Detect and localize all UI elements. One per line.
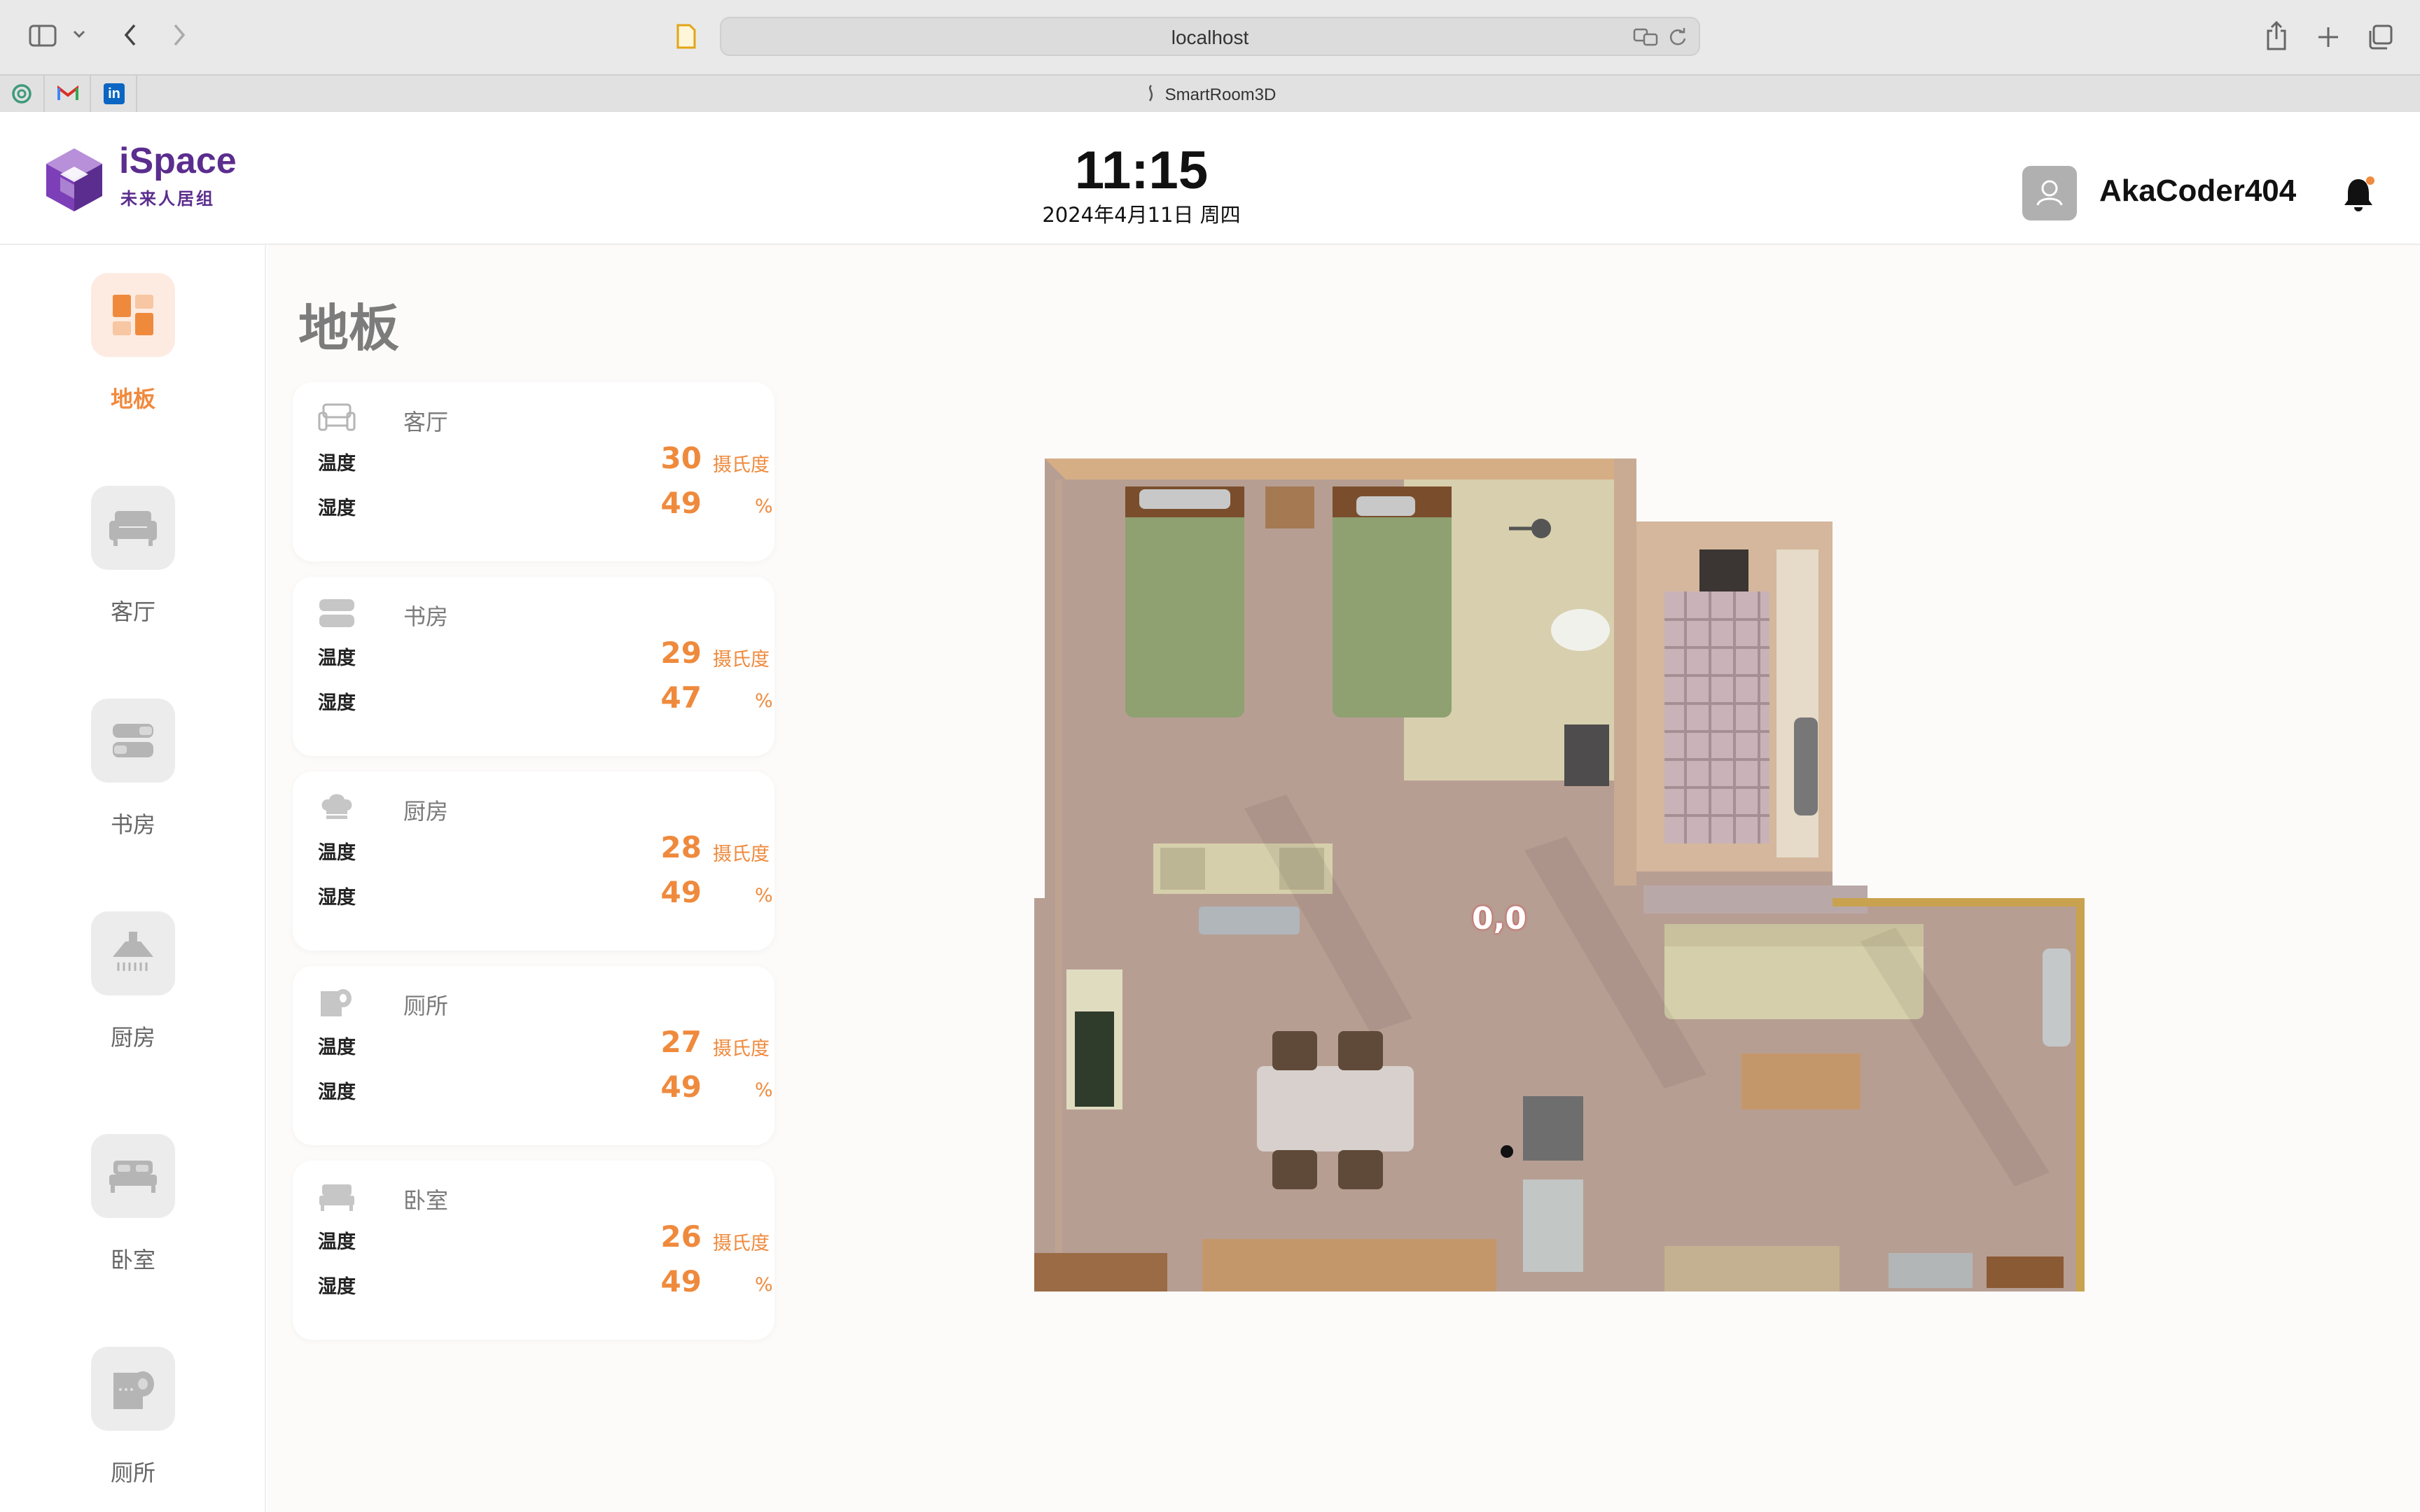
room-card-kitchen[interactable]: 厨房 温度 28 摄氏度 湿度 49 % <box>293 771 774 951</box>
browser-chrome: localhost in SmartRoom3D <box>0 0 2420 112</box>
room-name: 厨房 <box>403 798 449 825</box>
bed-icon <box>91 1134 175 1218</box>
room-card-bedroom[interactable]: 卧室 温度 26 摄氏度 湿度 49 % <box>293 1161 774 1340</box>
brand-logo-icon <box>42 146 106 214</box>
clock-date: 2024年4月11日 周四 <box>1042 203 1241 227</box>
tab-sound-icon <box>1144 84 1158 107</box>
share-icon[interactable] <box>2259 17 2294 55</box>
toilet-paper-icon <box>318 987 356 1018</box>
temperature-label: 温度 <box>318 842 356 864</box>
temperature-value: 28 <box>660 830 702 864</box>
temperature-label: 温度 <box>318 1231 356 1253</box>
sidebar-item-restroom[interactable]: 厕所 <box>0 1319 266 1501</box>
new-tab-icon[interactable] <box>2311 20 2346 55</box>
sidebar-item-label: 书房 <box>110 811 155 838</box>
main-panel: 地板 客厅 温度 30 摄氏度 湿度 49 % 书房 温度 29 摄氏度 湿度 … <box>267 245 2420 1512</box>
user-icon <box>2036 180 2063 206</box>
temperature-label: 温度 <box>318 648 356 669</box>
page-icon <box>672 21 700 52</box>
toilet-paper-icon <box>91 1347 175 1431</box>
temperature-value: 29 <box>660 636 702 670</box>
forward-arrow-icon[interactable] <box>165 20 193 50</box>
active-tab[interactable]: SmartRoom3D <box>0 84 2420 107</box>
sidebar-item-label: 厨房 <box>110 1024 155 1051</box>
humidity-unit: % <box>755 496 773 517</box>
humidity-label: 湿度 <box>318 1082 356 1103</box>
humidity-value: 49 <box>660 1264 702 1298</box>
humidity-value: 49 <box>660 486 702 520</box>
tab-overview-icon[interactable] <box>2363 20 2398 55</box>
translate-icon[interactable] <box>1632 27 1660 48</box>
temperature-value: 30 <box>660 441 702 475</box>
coordinate-readout: 0,0 <box>1472 901 1527 937</box>
clock-time: 11:15 <box>1074 141 1209 200</box>
page-title: 地板 <box>298 299 400 358</box>
humidity-unit: % <box>755 885 773 906</box>
floor-plan-3d-view[interactable] <box>1034 458 2099 1326</box>
books-icon <box>318 598 356 629</box>
range-hood-icon <box>91 911 175 995</box>
room-card-living-room[interactable]: 客厅 温度 30 摄氏度 湿度 49 % <box>293 382 774 561</box>
sidebar-item-label: 厕所 <box>110 1460 155 1486</box>
temperature-label: 温度 <box>318 453 356 475</box>
chevron-down-icon[interactable] <box>69 24 90 45</box>
room-name: 客厅 <box>403 409 449 435</box>
sidebar-item-living-room[interactable]: 客厅 <box>0 458 266 640</box>
sidebar-item-label: 卧室 <box>110 1247 155 1273</box>
temperature-unit: 摄氏度 <box>713 844 770 865</box>
sidebar: 地板 客厅 书房 厨房 卧室 厕所 <box>0 245 266 1512</box>
avatar[interactable] <box>2022 166 2077 220</box>
sidebar-item-label: 客厅 <box>110 598 155 625</box>
sidebar-item-label: 地板 <box>110 386 155 412</box>
bed-icon <box>318 1182 356 1212</box>
room-name: 厕所 <box>403 993 449 1019</box>
tab-strip: in SmartRoom3D <box>0 74 2420 112</box>
sidebar-item-bedroom[interactable]: 卧室 <box>0 1106 266 1288</box>
temperature-value: 26 <box>660 1219 702 1254</box>
humidity-label: 湿度 <box>318 1276 356 1298</box>
sofa-icon <box>91 486 175 570</box>
floor-grid-icon <box>91 273 175 357</box>
app-header: iSpace 未来人居组 11:15 2024年4月11日 周四 AkaCode… <box>0 112 2420 245</box>
username[interactable]: AkaCoder404 <box>2099 174 2296 209</box>
room-name: 卧室 <box>403 1187 449 1214</box>
room-name: 书房 <box>403 603 449 630</box>
humidity-label: 湿度 <box>318 692 356 714</box>
sidebar-item-study[interactable]: 书房 <box>0 671 266 853</box>
url-text: localhost <box>1171 27 1249 48</box>
humidity-label: 湿度 <box>318 887 356 909</box>
sofa-icon <box>318 403 356 434</box>
temperature-unit: 摄氏度 <box>713 1038 770 1060</box>
sidebar-item-kitchen[interactable]: 厨房 <box>0 883 266 1065</box>
humidity-value: 47 <box>660 680 702 715</box>
room-card-study[interactable]: 书房 温度 29 摄氏度 湿度 47 % <box>293 577 774 756</box>
sidebar-toggle-icon[interactable] <box>25 18 60 53</box>
humidity-unit: % <box>755 1079 773 1101</box>
temperature-unit: 摄氏度 <box>713 649 770 671</box>
address-bar[interactable]: localhost <box>720 17 1700 56</box>
humidity-unit: % <box>755 690 773 712</box>
humidity-value: 49 <box>660 1070 702 1104</box>
temperature-unit: 摄氏度 <box>713 1233 770 1254</box>
tab-title: SmartRoom3D <box>1164 85 1277 104</box>
humidity-label: 湿度 <box>318 498 356 519</box>
back-arrow-icon[interactable] <box>116 20 144 50</box>
sidebar-item-floor[interactable]: 地板 <box>0 245 266 427</box>
room-card-restroom[interactable]: 厕所 温度 27 摄氏度 湿度 49 % <box>293 966 774 1145</box>
chef-hat-icon <box>318 792 356 823</box>
brand-name: iSpace <box>119 141 237 181</box>
brand-subtitle: 未来人居组 <box>120 189 215 209</box>
humidity-unit: % <box>755 1274 773 1296</box>
notification-bell-icon[interactable] <box>2337 174 2379 216</box>
humidity-value: 49 <box>660 875 702 909</box>
temperature-unit: 摄氏度 <box>713 454 770 476</box>
temperature-label: 温度 <box>318 1037 356 1058</box>
reload-icon[interactable] <box>1665 27 1690 48</box>
temperature-value: 27 <box>660 1025 702 1059</box>
books-icon <box>91 699 175 783</box>
